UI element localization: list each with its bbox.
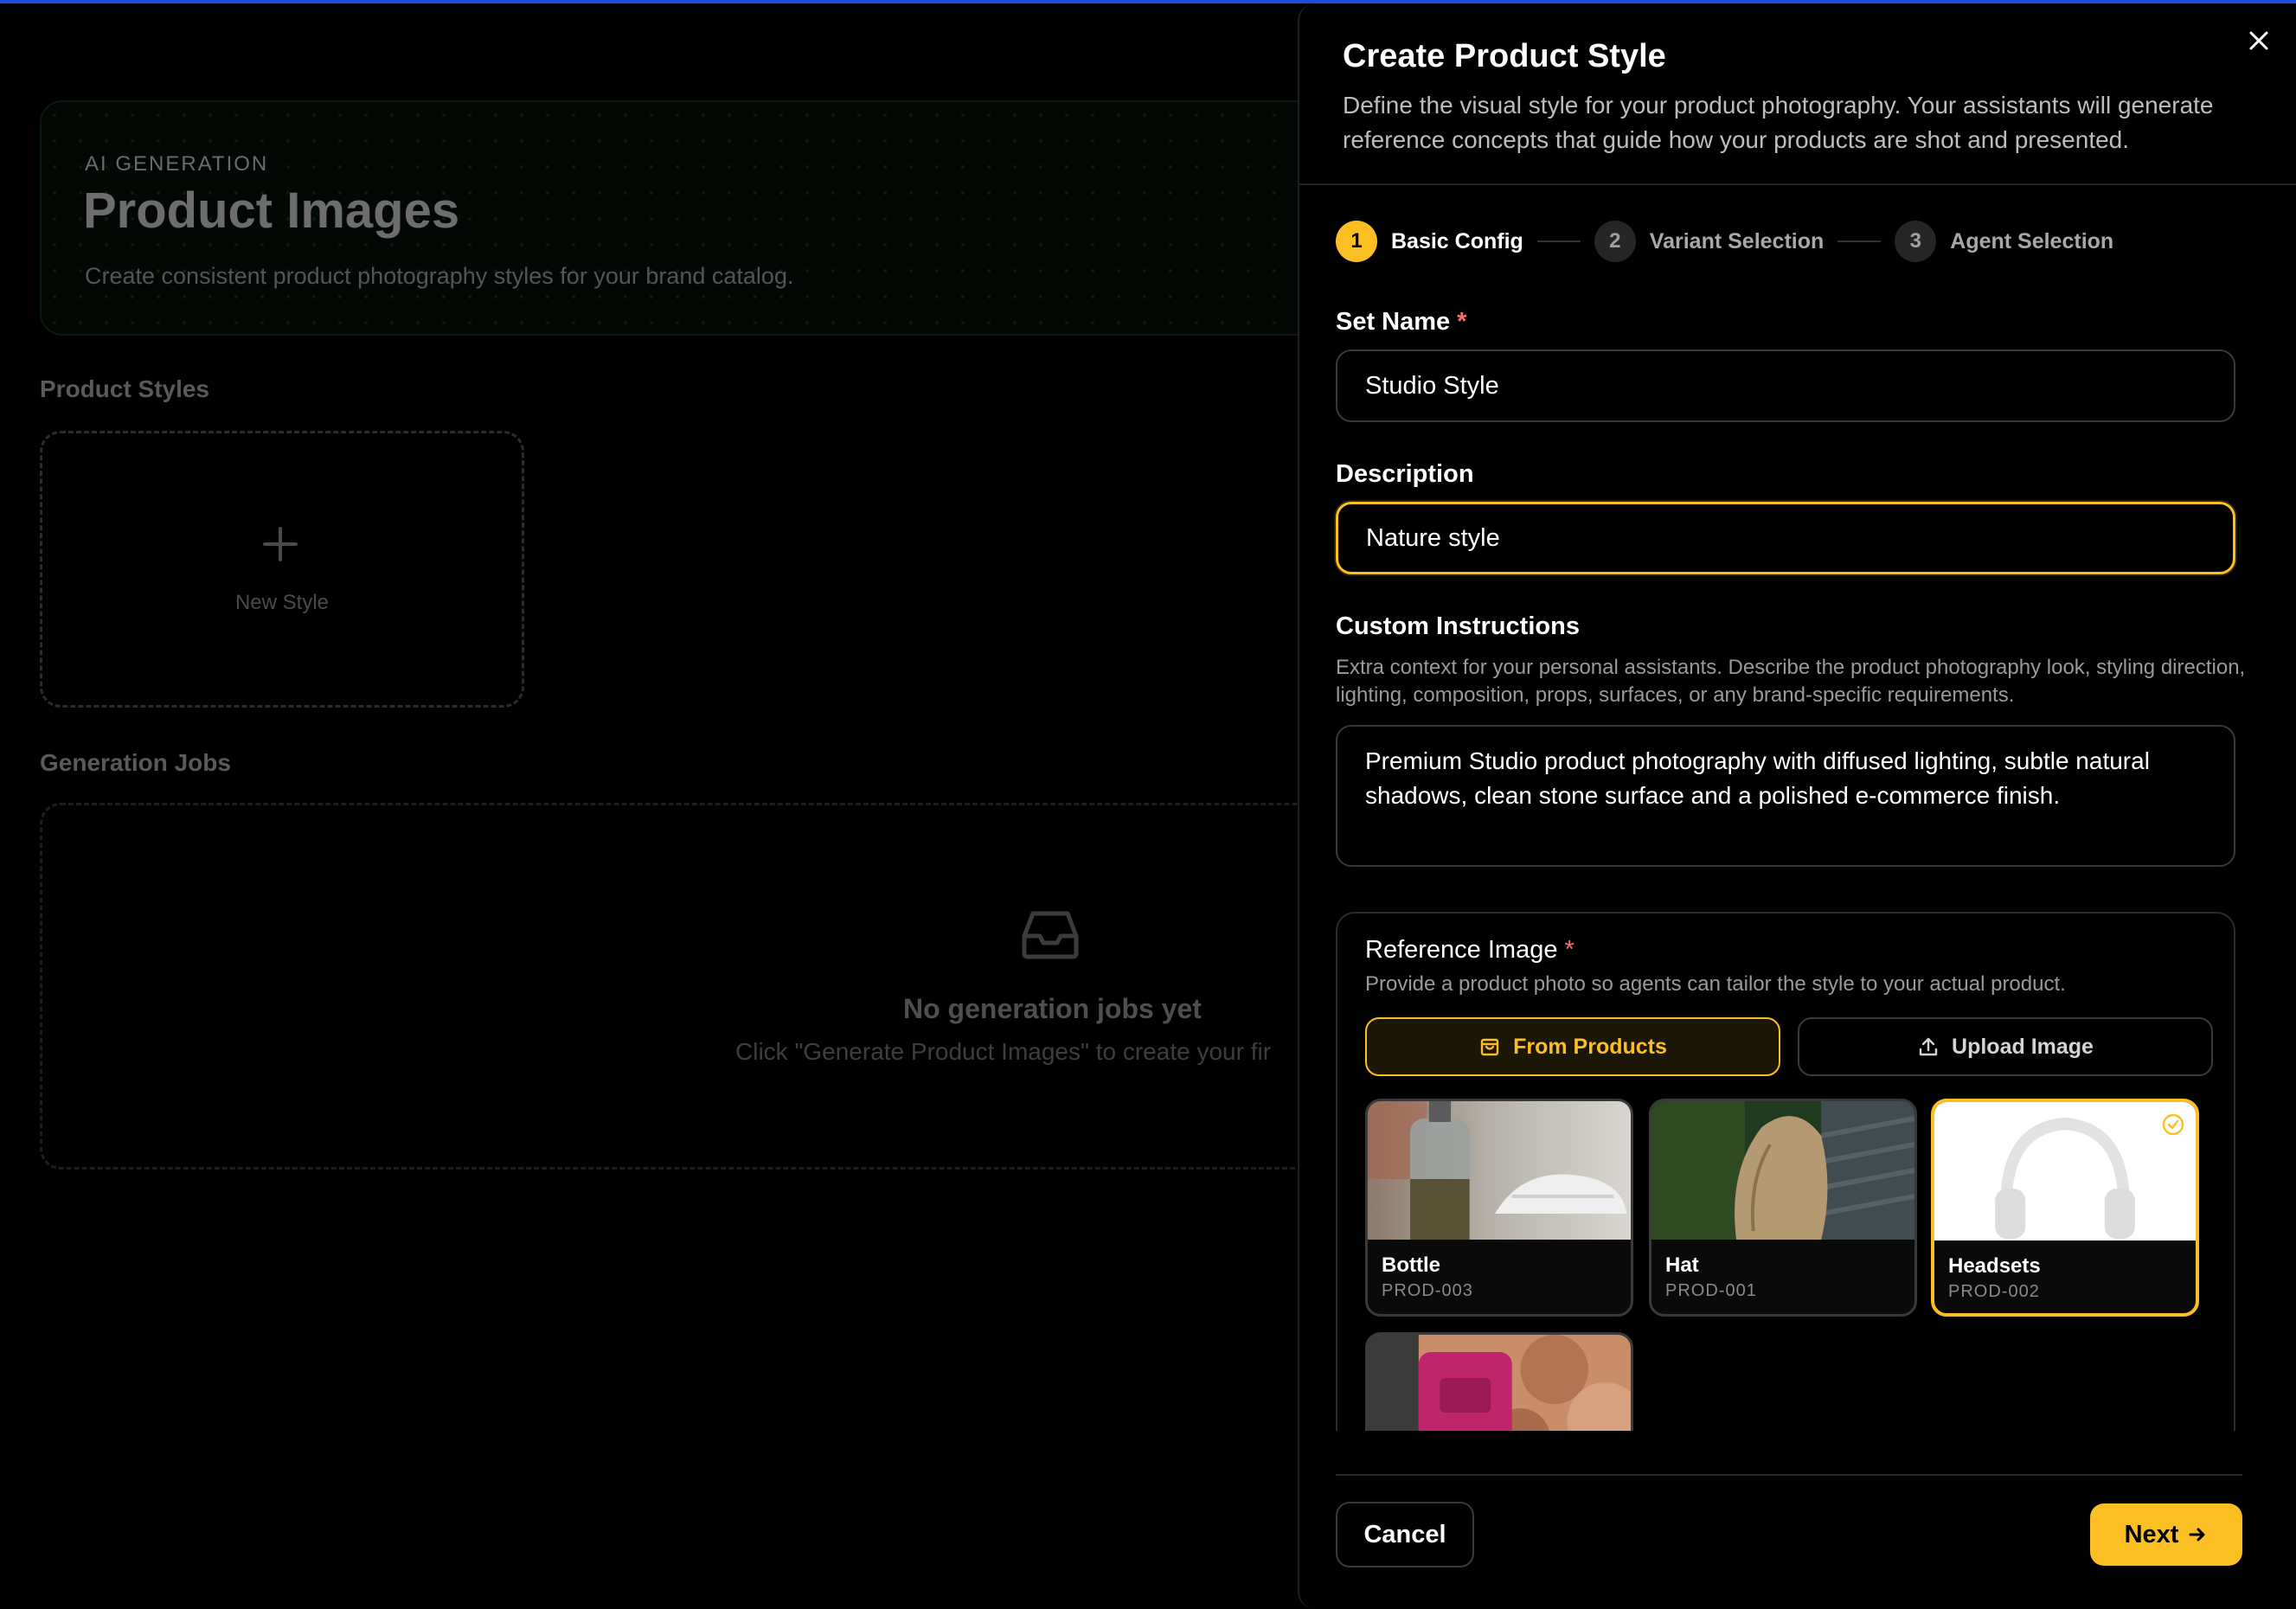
generation-jobs-heading: Generation Jobs: [40, 749, 231, 776]
footer-divider: [1336, 1474, 2242, 1476]
from-products-label: From Products: [1513, 1034, 1667, 1059]
product-name: Hat: [1665, 1253, 1699, 1277]
page-subtitle: Create consistent product photography st…: [85, 263, 794, 289]
new-style-card[interactable]: New Style: [40, 431, 524, 708]
reference-image-panel: Reference Image * Provide a product photo…: [1336, 912, 2235, 1431]
required-mark: *: [1564, 936, 1574, 964]
product-styles-heading: Product Styles: [40, 375, 210, 402]
reference-image-label: Reference Image *: [1365, 936, 1574, 965]
reference-image-help: Provide a product photo so agents can ta…: [1365, 972, 2066, 996]
check-circle-icon: [2162, 1113, 2184, 1136]
custom-instructions-help: Extra context for your personal assistan…: [1336, 656, 2246, 707]
set-name-input[interactable]: [1336, 349, 2235, 422]
hero-eyebrow: AI GENERATION: [85, 152, 269, 176]
custom-instructions-label: Custom Instructions: [1336, 612, 1580, 640]
product-card-backpack[interactable]: [1365, 1332, 1633, 1431]
backpack-thumbnail: [1368, 1335, 1631, 1431]
stepper: 1 Basic Config 2 Variant Selection 3 Age…: [1336, 220, 2113, 263]
description-label: Description: [1336, 460, 1474, 488]
step-agent-selection[interactable]: 3 Agent Selection: [1895, 221, 2113, 262]
upload-image-tab[interactable]: Upload Image: [1798, 1017, 2213, 1076]
next-button[interactable]: Next: [2090, 1503, 2242, 1566]
drawer-description: Define the visual style for your product…: [1343, 92, 2214, 153]
product-card-hat[interactable]: Hat PROD-001: [1649, 1099, 1917, 1317]
reference-image-label-text: Reference Image: [1365, 936, 1558, 964]
step-label: Basic Config: [1391, 228, 1523, 253]
step-connector: [1837, 240, 1882, 242]
product-card-bottle[interactable]: Bottle PROD-003: [1365, 1099, 1633, 1317]
from-products-tab[interactable]: From Products: [1365, 1017, 1780, 1076]
generation-jobs-empty-state: [40, 803, 1389, 1170]
bottle-thumbnail: [1368, 1101, 1631, 1240]
step-number: 3: [1895, 221, 1937, 262]
description-input[interactable]: [1336, 502, 2235, 574]
step-variant-selection[interactable]: 2 Variant Selection: [1594, 221, 1824, 262]
step-connector: [1536, 240, 1581, 242]
create-product-style-drawer: Create Product Style Define the visual s…: [1298, 3, 2296, 1609]
close-icon[interactable]: [2246, 28, 2272, 54]
upload-image-label: Upload Image: [1952, 1034, 2094, 1059]
headsets-thumbnail: [1934, 1102, 2196, 1240]
divider: [1299, 183, 2296, 185]
custom-instructions-textarea[interactable]: Premium Studio product photography with …: [1336, 725, 2235, 867]
product-name: Bottle: [1382, 1253, 1440, 1277]
inbox-icon: [1022, 911, 1079, 959]
product-sku: PROD-001: [1665, 1281, 1757, 1300]
drawer-title: Create Product Style: [1343, 38, 1666, 74]
product-sku: PROD-002: [1948, 1282, 2040, 1301]
new-style-label: New Style: [234, 591, 330, 614]
set-name-label-text: Set Name: [1336, 308, 1451, 336]
step-basic-config[interactable]: 1 Basic Config: [1336, 221, 1523, 262]
hat-thumbnail: [1651, 1101, 1914, 1240]
arrow-right-icon: [2189, 1528, 2205, 1542]
cancel-button[interactable]: Cancel: [1336, 1502, 1474, 1567]
step-label: Agent Selection: [1950, 228, 2114, 253]
next-label: Next: [2124, 1520, 2179, 1548]
step-label: Variant Selection: [1649, 228, 1825, 253]
shopping-bag-icon: [1480, 1038, 1499, 1056]
plus-icon: [263, 527, 298, 561]
product-card-headsets[interactable]: Headsets PROD-002: [1931, 1099, 2199, 1317]
hero-banner: AI GENERATION Product Images Create cons…: [40, 100, 1389, 336]
step-number: 1: [1336, 221, 1377, 262]
jobs-empty-subtitle: Click "Generate Product Images" to creat…: [735, 1038, 1272, 1065]
product-sku: PROD-003: [1382, 1281, 1473, 1300]
required-mark: *: [1457, 308, 1467, 336]
set-name-label: Set Name *: [1336, 308, 1466, 337]
page-title: Product Images: [83, 183, 460, 239]
product-name: Headsets: [1948, 1254, 2041, 1278]
step-number: 2: [1594, 221, 1636, 262]
jobs-empty-title: No generation jobs yet: [903, 993, 1202, 1024]
upload-icon: [1919, 1037, 1938, 1056]
